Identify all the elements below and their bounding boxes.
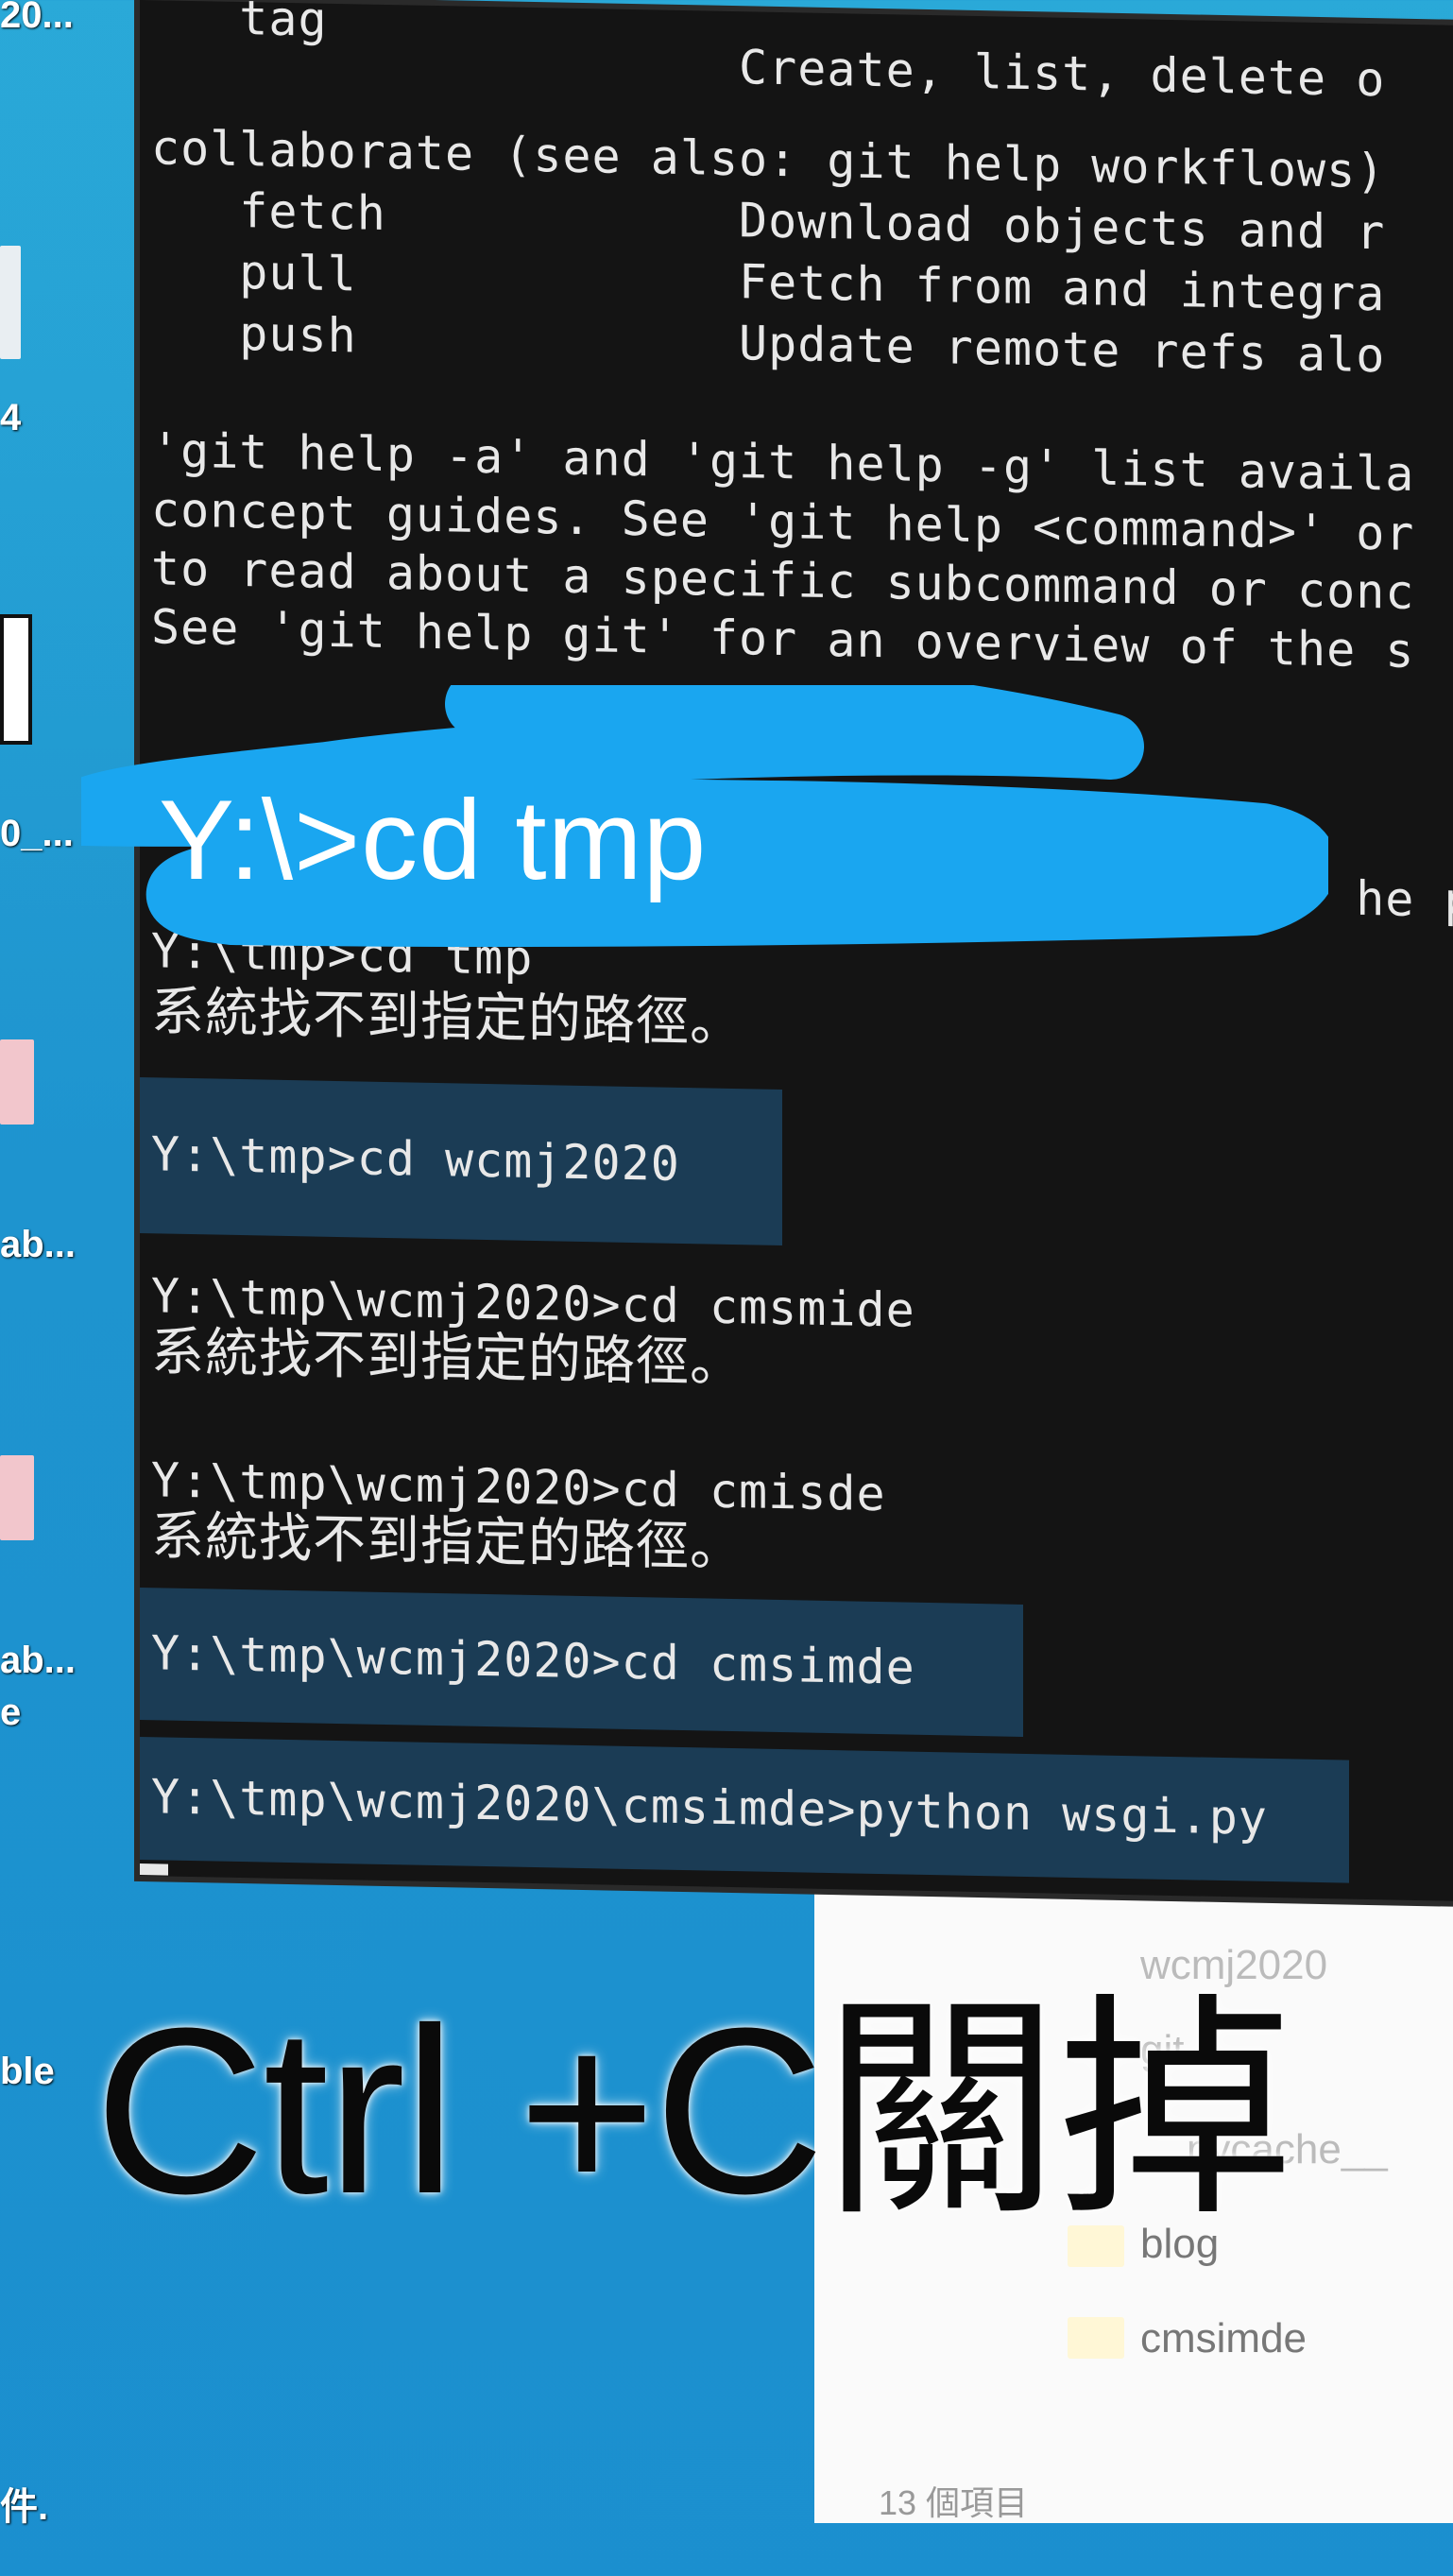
explorer-status-count: 13 個項目 <box>879 2483 1029 2522</box>
desktop-label[interactable]: 件. <box>0 2476 48 2531</box>
explorer-item-cmsimde[interactable]: cmsimde <box>1140 2315 1307 2362</box>
terminal-line: Create, list, delete o <box>151 28 1386 108</box>
terminal-error-line: 系統找不到指定的路徑。 <box>151 1505 744 1579</box>
desktop-label[interactable]: ab... <box>0 1224 76 1266</box>
terminal-error-line: 系統找不到指定的路徑。 <box>151 1321 744 1395</box>
desktop-label[interactable]: 20... <box>0 0 74 37</box>
annotation-caption: Ctrl +C關掉 <box>94 1979 1293 2242</box>
folder-icon <box>1068 2317 1124 2359</box>
terminal-error-line: 系統找不到指定的路徑。 <box>151 981 744 1055</box>
desktop-app-icon[interactable] <box>0 1455 34 1540</box>
terminal-cursor <box>140 1863 168 1876</box>
desktop-app-icon[interactable] <box>0 1039 34 1125</box>
desktop-file-icon[interactable] <box>0 614 32 745</box>
desktop-file-icon[interactable] <box>0 246 21 359</box>
annotation-command-text: Y:\>cd tmp <box>159 777 708 903</box>
desktop-label[interactable]: e <box>0 1692 21 1734</box>
desktop-label[interactable]: ble <box>0 2051 55 2093</box>
terminal-line: Y:\tmp>cd wcmj2020 <box>151 1126 680 1192</box>
desktop-label[interactable]: 0_... <box>0 813 74 855</box>
command-prompt-window[interactable]: tag Create, list, delete o collaborate (… <box>140 0 1453 1901</box>
desktop-label[interactable]: 4 <box>0 397 21 439</box>
desktop-label[interactable]: ab... <box>0 1640 76 1682</box>
